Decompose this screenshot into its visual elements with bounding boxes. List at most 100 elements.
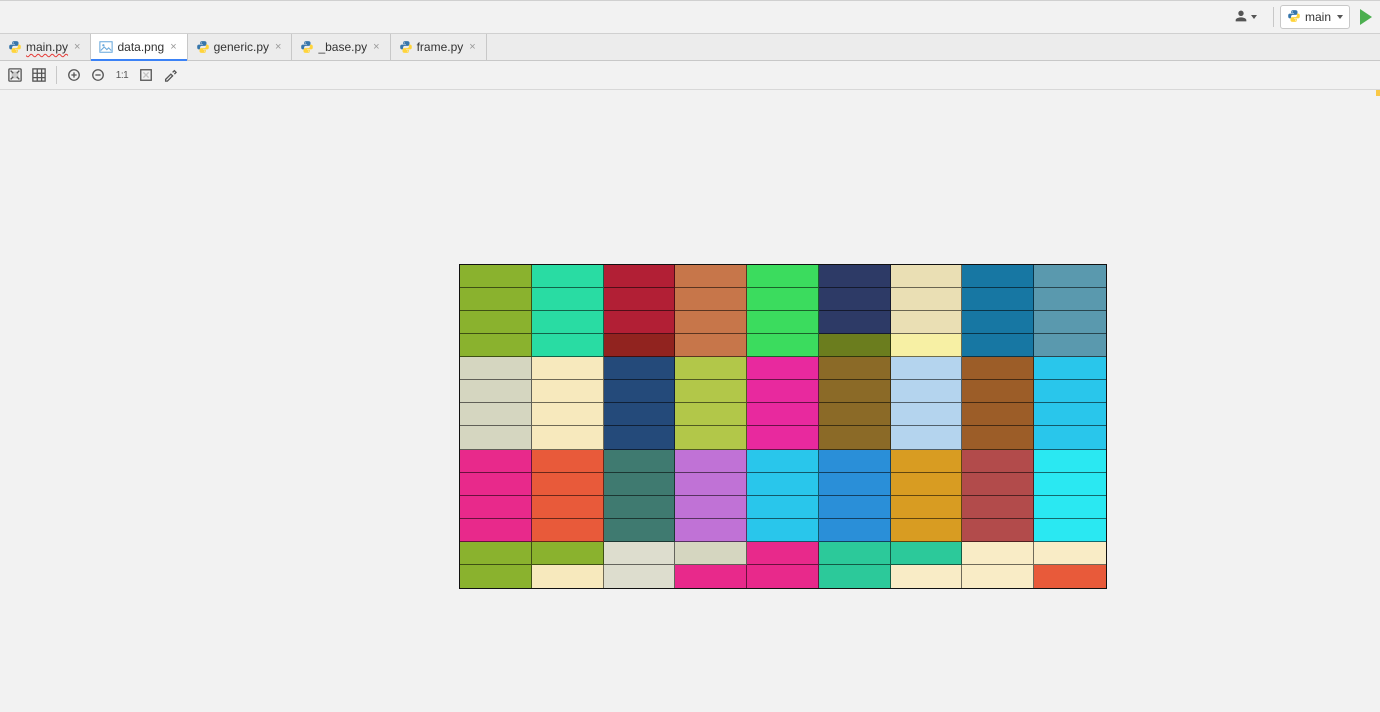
chevron-down-icon bbox=[1337, 15, 1343, 19]
tab-data[interactable]: data.png × bbox=[91, 34, 187, 60]
close-icon[interactable]: × bbox=[371, 41, 381, 53]
tab-generic[interactable]: generic.py × bbox=[188, 34, 293, 60]
image-canvas-area[interactable] bbox=[0, 90, 1380, 712]
grid-cell bbox=[460, 473, 532, 496]
grid-cell bbox=[962, 519, 1034, 542]
grid-cell bbox=[747, 496, 819, 519]
grid-cell bbox=[962, 426, 1034, 449]
grid-cell bbox=[460, 357, 532, 380]
grid-cell bbox=[1034, 334, 1106, 357]
grid-cell bbox=[460, 565, 532, 588]
tab-label: main.py bbox=[26, 40, 68, 54]
grid-cell bbox=[962, 380, 1034, 403]
tab-main[interactable]: main.py × bbox=[0, 34, 91, 60]
grid-cell bbox=[675, 311, 747, 334]
grid-cell bbox=[819, 334, 891, 357]
grid-cell bbox=[962, 496, 1034, 519]
grid-cell bbox=[891, 565, 963, 588]
grid-cell bbox=[675, 288, 747, 311]
image-viewer-toolbar: 1:1 bbox=[0, 61, 1380, 90]
python-icon bbox=[1287, 9, 1301, 26]
grid-cell bbox=[604, 311, 676, 334]
grid-cell bbox=[604, 565, 676, 588]
python-file-icon bbox=[300, 40, 314, 54]
fit-to-screen-button[interactable] bbox=[135, 64, 157, 86]
grid-cell bbox=[819, 311, 891, 334]
tab-base[interactable]: _base.py × bbox=[292, 34, 390, 60]
grid-cell bbox=[1034, 565, 1106, 588]
grid-cell bbox=[460, 519, 532, 542]
grid-cell bbox=[675, 265, 747, 288]
grid-cell bbox=[747, 380, 819, 403]
grid-cell bbox=[962, 565, 1034, 588]
grid-cell bbox=[604, 334, 676, 357]
chevron-down-icon bbox=[1251, 15, 1257, 19]
grid-cell bbox=[460, 334, 532, 357]
grid-cell bbox=[819, 496, 891, 519]
divider bbox=[1273, 7, 1274, 27]
grid-cell bbox=[962, 311, 1034, 334]
color-picker-button[interactable] bbox=[159, 64, 181, 86]
grid-cell bbox=[675, 450, 747, 473]
grid-cell bbox=[604, 519, 676, 542]
grid-cell bbox=[675, 380, 747, 403]
fit-window-button[interactable] bbox=[4, 64, 26, 86]
grid-cell bbox=[532, 357, 604, 380]
grid-toggle-button[interactable] bbox=[28, 64, 50, 86]
grid-cell bbox=[962, 265, 1034, 288]
tab-label: frame.py bbox=[417, 40, 464, 54]
grid-cell bbox=[747, 519, 819, 542]
close-icon[interactable]: × bbox=[273, 41, 283, 53]
grid-cell bbox=[460, 380, 532, 403]
grid-cell bbox=[532, 565, 604, 588]
python-file-icon bbox=[196, 40, 210, 54]
grid-cell bbox=[747, 450, 819, 473]
run-button[interactable] bbox=[1360, 9, 1372, 25]
zoom-out-button[interactable] bbox=[87, 64, 109, 86]
grid-cell bbox=[675, 565, 747, 588]
grid-cell bbox=[819, 542, 891, 565]
zoom-in-button[interactable] bbox=[63, 64, 85, 86]
close-icon[interactable]: × bbox=[467, 41, 477, 53]
python-file-icon bbox=[8, 40, 22, 54]
grid-cell bbox=[1034, 403, 1106, 426]
grid-cell bbox=[460, 426, 532, 449]
grid-cell bbox=[819, 288, 891, 311]
close-icon[interactable]: × bbox=[72, 41, 82, 53]
grid-cell bbox=[532, 311, 604, 334]
grid-cell bbox=[819, 519, 891, 542]
tab-label: data.png bbox=[117, 40, 164, 54]
grid-cell bbox=[460, 288, 532, 311]
grid-cell bbox=[819, 565, 891, 588]
grid-cell bbox=[1034, 496, 1106, 519]
grid-cell bbox=[532, 473, 604, 496]
grid-cell bbox=[747, 542, 819, 565]
user-menu-button[interactable] bbox=[1229, 6, 1261, 29]
grid-cell bbox=[532, 403, 604, 426]
grid-cell bbox=[1034, 380, 1106, 403]
actual-size-button[interactable]: 1:1 bbox=[111, 64, 133, 86]
grid-cell bbox=[747, 426, 819, 449]
grid-cell bbox=[1034, 426, 1106, 449]
grid-cell bbox=[962, 334, 1034, 357]
tab-label: _base.py bbox=[318, 40, 367, 54]
grid-cell bbox=[891, 357, 963, 380]
grid-cell bbox=[891, 265, 963, 288]
tab-frame[interactable]: frame.py× bbox=[391, 34, 487, 60]
grid-cell bbox=[675, 426, 747, 449]
grid-cell bbox=[532, 519, 604, 542]
grid-cell bbox=[604, 496, 676, 519]
run-configuration-selector[interactable]: main bbox=[1280, 5, 1350, 29]
grid-cell bbox=[675, 357, 747, 380]
grid-cell bbox=[532, 288, 604, 311]
close-icon[interactable]: × bbox=[168, 41, 178, 53]
grid-cell bbox=[891, 426, 963, 449]
grid-cell bbox=[532, 496, 604, 519]
tab-label: generic.py bbox=[214, 40, 269, 54]
grid-cell bbox=[1034, 357, 1106, 380]
grid-cell bbox=[819, 380, 891, 403]
grid-cell bbox=[460, 542, 532, 565]
grid-cell bbox=[460, 496, 532, 519]
grid-cell bbox=[604, 426, 676, 449]
actual-size-label: 1:1 bbox=[116, 70, 128, 81]
